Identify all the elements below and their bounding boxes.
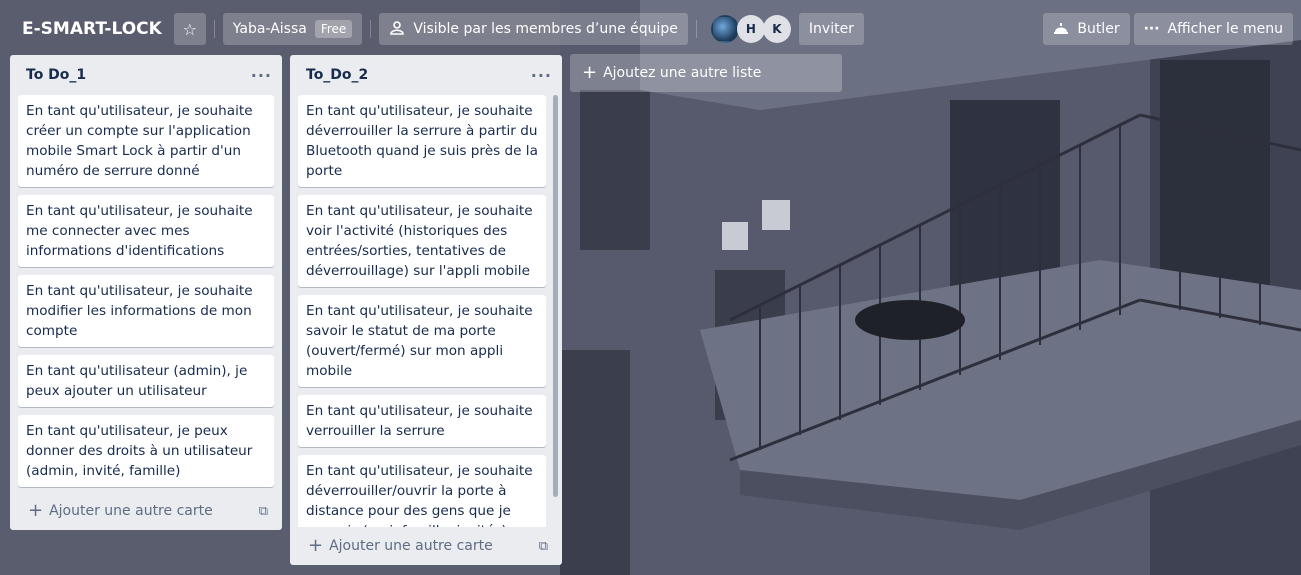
workspace-button[interactable]: Yaba-Aissa Free [222,13,363,45]
star-icon: ☆ [182,19,197,39]
card-container: En tant qu'utilisateur, je souhaite crée… [10,95,282,492]
card-template-icon[interactable]: ⧉ [539,539,548,554]
list-title[interactable]: To Do_1 [26,67,86,83]
list-header: To Do_1 ··· [10,55,282,95]
workspace-name: Yaba-Aissa [232,21,307,37]
board-title[interactable]: E-SMART-LOCK [14,13,170,45]
scrollbar-thumb[interactable] [553,95,558,497]
add-list-label: Ajoutez une autre liste [603,65,762,81]
list-card[interactable]: En tant qu'utilisateur, je souhaite verr… [298,395,546,447]
team-icon [389,20,405,38]
list-card[interactable]: En tant qu'utilisateur (admin), je peux … [18,355,274,407]
list-card[interactable]: En tant qu'utilisateur, je souhaite déve… [298,95,546,187]
member-avatars: H K [710,15,791,43]
more-icon: ··· [1143,21,1160,37]
list-card[interactable]: En tant qu'utilisateur, je souhaite me c… [18,195,274,267]
avatar[interactable] [710,15,739,43]
list-card[interactable]: En tant qu'utilisateur, je peux donner d… [18,415,274,487]
list-header: To_Do_2 ··· [290,55,562,95]
add-list-button[interactable]: + Ajoutez une autre liste [570,54,842,92]
list-todo-2: To_Do_2 ··· En tant qu'utilisateur, je s… [290,55,562,565]
list-footer: + Ajouter une autre carte ⧉ [10,492,282,530]
list-menu-icon[interactable]: ··· [251,66,272,85]
butler-bell-icon [1053,21,1069,38]
butler-label: Butler [1077,21,1120,37]
add-card-label: Ajouter une autre carte [329,538,493,554]
list-card[interactable]: En tant qu'utilisateur, je souhaite crée… [18,95,274,187]
plus-icon: + [28,500,44,521]
card-container: En tant qu'utilisateur, je souhaite déve… [290,95,562,527]
list-footer: + Ajouter une autre carte ⧉ [290,527,562,565]
avatar[interactable]: H [736,15,765,43]
show-menu-button[interactable]: ··· Afficher le menu [1133,13,1293,45]
add-card-button[interactable]: + Ajouter une autre carte [308,537,493,555]
star-button[interactable]: ☆ [173,13,206,45]
list-card[interactable]: En tant qu'utilisateur, je souhaite déve… [298,455,546,527]
invite-button[interactable]: Inviter [798,13,864,45]
list-card[interactable]: En tant qu'utilisateur, je souhaite savo… [298,295,546,387]
show-menu-label: Afficher le menu [1167,21,1283,37]
header-divider [370,20,372,38]
list-scrollbar[interactable] [553,95,558,497]
header-divider [213,20,215,38]
list-title[interactable]: To_Do_2 [306,67,368,83]
avatar[interactable]: K [762,15,791,43]
list-menu-icon[interactable]: ··· [531,66,552,85]
add-card-button[interactable]: + Ajouter une autre carte [28,502,213,520]
butler-button[interactable]: Butler [1043,13,1130,45]
card-template-icon[interactable]: ⧉ [259,504,268,519]
header-divider [695,20,697,38]
add-card-label: Ajouter une autre carte [49,503,213,519]
plus-icon: + [582,62,598,83]
plus-icon: + [308,535,324,556]
list-card[interactable]: En tant qu'utilisateur, je souhaite voir… [298,195,546,287]
visibility-button[interactable]: Visible par les membres d’une équipe [379,13,688,45]
visibility-label: Visible par les membres d’une équipe [413,21,678,37]
board-header: E-SMART-LOCK ☆ Yaba-Aissa Free Visible p… [0,0,1301,58]
plan-badge: Free [314,20,353,38]
list-card[interactable]: En tant qu'utilisateur, je souhaite modi… [18,275,274,347]
list-todo-1: To Do_1 ··· En tant qu'utilisateur, je s… [10,55,282,530]
